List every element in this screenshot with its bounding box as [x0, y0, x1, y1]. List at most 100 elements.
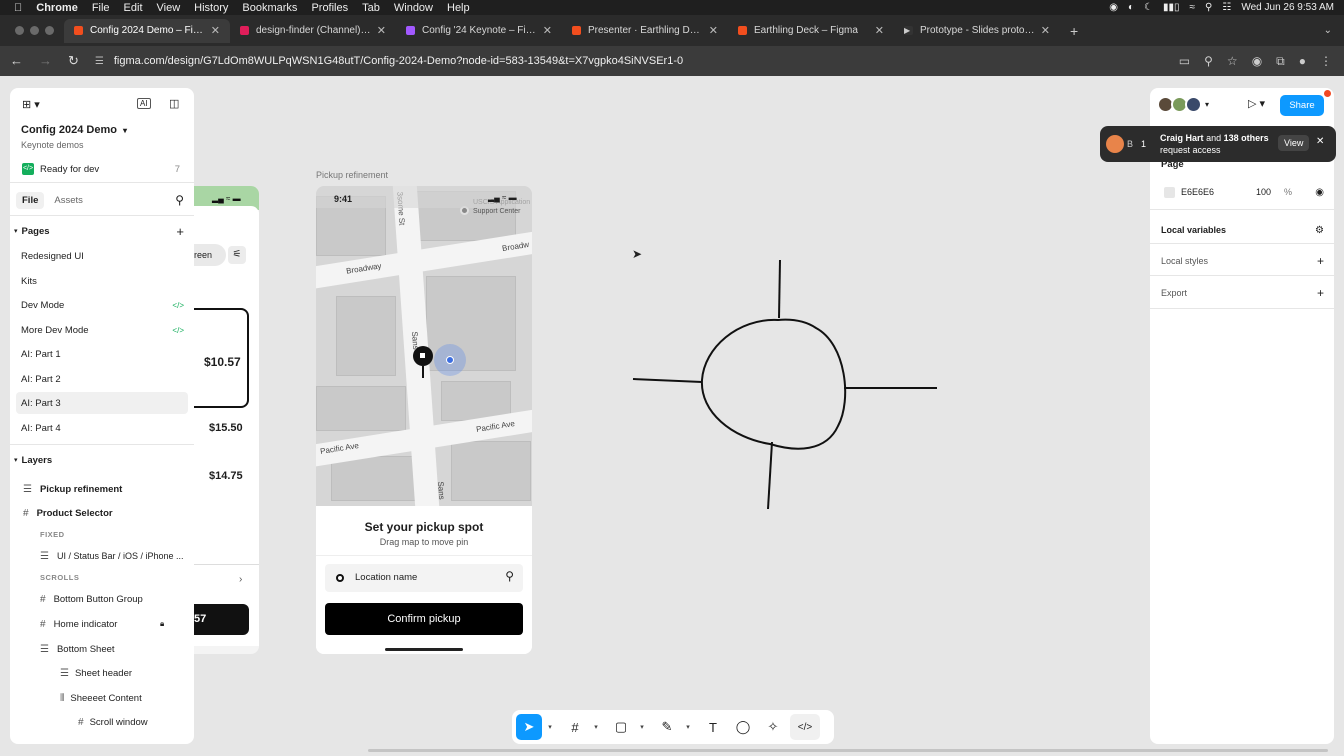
- page-opacity-value[interactable]: 100: [1256, 187, 1271, 197]
- pen-tool-icon[interactable]: ✎: [654, 714, 680, 740]
- horizontal-scrollbar[interactable]: [368, 749, 1328, 752]
- search-icon[interactable]: ⚲: [1205, 2, 1212, 13]
- page-fill-row[interactable]: E6E6E6 100 % ◉: [1150, 181, 1334, 203]
- status-app-icon[interactable]: ◉: [1109, 2, 1118, 13]
- minimize-window-button[interactable]: [30, 26, 39, 35]
- browser-tab[interactable]: Presenter · Earthling Deck – F ✕: [562, 19, 728, 43]
- reload-icon[interactable]: ↻: [68, 53, 79, 69]
- menu-view[interactable]: View: [157, 2, 181, 14]
- extension-icon[interactable]: ◉: [1252, 54, 1262, 69]
- figma-menu-icon[interactable]: ⊞ ▾: [22, 98, 40, 111]
- move-tool-icon[interactable]: ➤: [516, 714, 542, 740]
- close-icon[interactable]: ✕: [1316, 136, 1324, 147]
- page-item[interactable]: Kits: [10, 270, 194, 292]
- choose-product-button[interactable]: 57: [194, 604, 249, 635]
- browser-tab[interactable]: Config '24 Keynote – Figma ✕: [396, 19, 562, 43]
- actions-tool-icon[interactable]: ✧: [760, 714, 786, 740]
- close-tab-icon[interactable]: ✕: [211, 24, 220, 37]
- confirm-pickup-button[interactable]: Confirm pickup: [325, 603, 523, 635]
- pickup-refinement-frame[interactable]: 3some St Broadway Broadw Sans Pacific Av…: [316, 186, 532, 654]
- tab-assets[interactable]: Assets: [54, 195, 83, 206]
- browser-tab[interactable]: Config 2024 Demo – Figma ✕: [64, 18, 230, 43]
- add-export-icon[interactable]: +: [1317, 286, 1324, 300]
- ai-icon[interactable]: AI: [137, 98, 151, 109]
- avatar[interactable]: [1185, 96, 1202, 113]
- puzzle-icon[interactable]: ⧉: [1276, 54, 1285, 69]
- menu-help[interactable]: Help: [447, 2, 470, 14]
- clock[interactable]: Wed Jun 26 9:53 AM: [1241, 2, 1334, 13]
- layer-item[interactable]: ☰ Bottom Sheet: [10, 638, 194, 660]
- collaborator-avatars[interactable]: ▾: [1157, 96, 1209, 113]
- chevron-down-icon[interactable]: ▾: [1205, 96, 1209, 113]
- tab-list-chevron-icon[interactable]: ⌄: [1324, 25, 1332, 36]
- wifi-icon[interactable]: ≈: [1190, 2, 1196, 13]
- layer-item[interactable]: # Scroll window: [10, 711, 194, 733]
- filter-pill[interactable]: reen: [194, 244, 226, 266]
- page-item[interactable]: More Dev Mode </>: [10, 319, 194, 341]
- apple-icon[interactable]: : [14, 2, 22, 14]
- chevron-down-icon[interactable]: ▾: [684, 714, 692, 740]
- page-item-selected[interactable]: AI: Part 3: [16, 392, 188, 414]
- color-swatch[interactable]: [1164, 186, 1175, 198]
- page-item[interactable]: AI: Part 2: [10, 368, 194, 390]
- layer-item[interactable]: # Product Selector: [10, 502, 194, 524]
- install-icon[interactable]: ▭: [1179, 54, 1190, 69]
- control-center-icon[interactable]: ☷: [1222, 2, 1231, 13]
- local-variables-row[interactable]: Local variables ⚙: [1150, 219, 1334, 241]
- project-name[interactable]: Config 2024 Demo ▾: [21, 124, 127, 136]
- layer-item[interactable]: # Bottom Button Group: [10, 588, 194, 610]
- sidebar-toggle-icon[interactable]: ◫: [169, 97, 179, 110]
- new-tab-button[interactable]: +: [1070, 23, 1078, 39]
- display-icon[interactable]: ◐: [1128, 2, 1134, 13]
- search-icon[interactable]: ⚲: [175, 193, 184, 207]
- lock-icon[interactable]: 🔒︎: [160, 619, 164, 629]
- chevron-down-icon[interactable]: ▾: [546, 714, 554, 740]
- moon-icon[interactable]: ☾: [1144, 2, 1153, 13]
- url-field[interactable]: ☰ figma.com/design/G7LdOm8WULPqWSN1G48ut…: [95, 50, 1179, 72]
- zoom-icon[interactable]: ⚲: [1204, 54, 1213, 69]
- back-arrow-icon[interactable]: ←: [10, 53, 23, 69]
- search-icon[interactable]: ⚲: [505, 569, 514, 583]
- view-button[interactable]: View: [1278, 135, 1310, 151]
- variables-icon[interactable]: ⚙: [1315, 225, 1324, 236]
- zoom-window-button[interactable]: [45, 26, 54, 35]
- page-item[interactable]: AI: Part 1: [10, 343, 194, 365]
- site-settings-icon[interactable]: ☰: [95, 56, 104, 67]
- add-style-icon[interactable]: +: [1317, 254, 1324, 268]
- layers-header[interactable]: ▾ Layers: [10, 449, 194, 471]
- pages-header[interactable]: ▾ Pages +: [10, 220, 194, 242]
- profile-icon[interactable]: ●: [1299, 54, 1306, 69]
- layer-item[interactable]: ☰ Sheet header: [10, 662, 194, 684]
- product-selector-frame[interactable]: ▂▄ ≈ ▬ reen ⚟ $10.57 $15.50 $14.75 › 57: [194, 186, 259, 654]
- close-tab-icon[interactable]: ✕: [1041, 24, 1050, 37]
- menu-file[interactable]: File: [92, 2, 110, 14]
- page-item[interactable]: Redesigned UI: [10, 245, 194, 267]
- export-row[interactable]: Export +: [1150, 282, 1334, 304]
- location-search-field[interactable]: Location name ⚲: [325, 564, 523, 592]
- dev-mode-toggle-icon[interactable]: </>: [790, 714, 820, 740]
- menu-tab[interactable]: Tab: [362, 2, 380, 14]
- menu-bookmarks[interactable]: Bookmarks: [242, 2, 297, 14]
- close-tab-icon[interactable]: ✕: [709, 24, 718, 37]
- menu-history[interactable]: History: [194, 2, 228, 14]
- layer-item[interactable]: ⦀ Sheeeet Content: [10, 687, 194, 709]
- page-item[interactable]: AI: Part 4: [10, 417, 194, 439]
- chevron-right-icon[interactable]: ›: [239, 574, 242, 585]
- close-window-button[interactable]: [15, 26, 24, 35]
- chevron-down-icon[interactable]: ▾: [638, 714, 646, 740]
- ready-for-dev-row[interactable]: </> Ready for dev 7: [10, 158, 194, 180]
- comment-tool-icon[interactable]: ◯: [730, 714, 756, 740]
- layer-item[interactable]: ☰ UI / Status Bar / iOS / iPhone ...: [10, 545, 194, 567]
- browser-tab[interactable]: Earthling Deck – Figma ✕: [728, 19, 894, 43]
- menu-profiles[interactable]: Profiles: [311, 2, 348, 14]
- close-tab-icon[interactable]: ✕: [377, 24, 386, 37]
- forward-arrow-icon[interactable]: →: [39, 53, 52, 69]
- close-tab-icon[interactable]: ✕: [543, 24, 552, 37]
- rectangle-tool-icon[interactable]: ▢: [608, 714, 634, 740]
- local-styles-row[interactable]: Local styles +: [1150, 250, 1334, 272]
- menu-app-name[interactable]: Chrome: [36, 2, 78, 14]
- page-color-value[interactable]: E6E6E6: [1181, 187, 1214, 197]
- share-button[interactable]: Share: [1280, 95, 1324, 116]
- menu-edit[interactable]: Edit: [124, 2, 143, 14]
- browser-tab[interactable]: design-finder (Channel) - Ub ✕: [230, 19, 396, 43]
